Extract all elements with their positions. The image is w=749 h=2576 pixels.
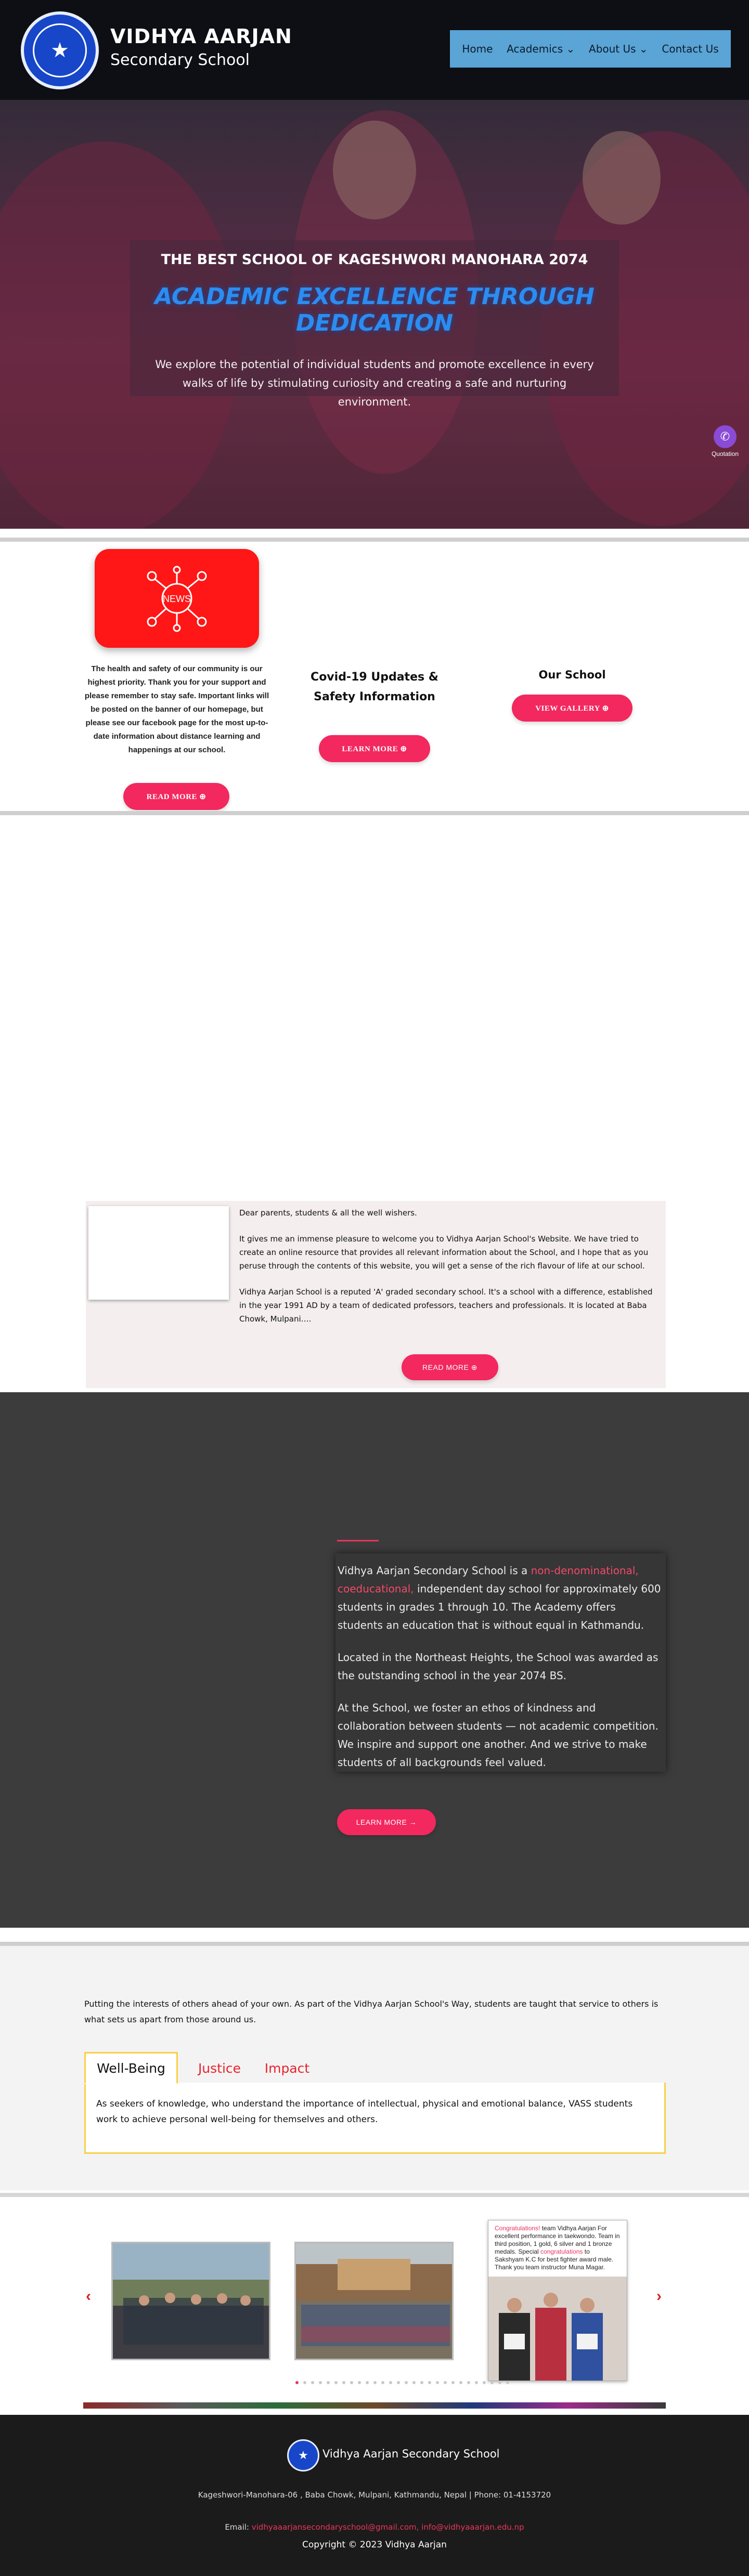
tab-impact[interactable]: Impact bbox=[256, 2052, 318, 2084]
carousel-dot[interactable] bbox=[373, 2381, 377, 2384]
carousel-dot[interactable] bbox=[397, 2381, 400, 2384]
tab-panel: As seekers of knowledge, who understand … bbox=[84, 2083, 666, 2154]
carousel-dot[interactable] bbox=[428, 2381, 431, 2384]
about-paragraph: At the School, we foster an ethos of kin… bbox=[338, 1702, 658, 1769]
welcome-paragraph: Vidhya Aarjan School is a reputed 'A' gr… bbox=[239, 1287, 653, 1324]
carousel-dot[interactable] bbox=[295, 2381, 299, 2384]
carousel-dot[interactable] bbox=[498, 2381, 501, 2384]
about-text: Vidhya Aarjan Secondary School is a bbox=[338, 1564, 531, 1577]
welcome-paragraph: Dear parents, students & all the well wi… bbox=[239, 1208, 417, 1218]
footer-email: Email: vidhyaaarjansecondaryschool@gmail… bbox=[0, 2522, 749, 2532]
about-learn-more-button[interactable]: LEARN MORE → bbox=[337, 1809, 436, 1835]
carousel-dot[interactable] bbox=[405, 2381, 408, 2384]
about-paragraph: Located in the Northeast Heights, the Sc… bbox=[338, 1651, 658, 1682]
news-text: The health and safety of our community i… bbox=[84, 664, 269, 754]
section-divider bbox=[0, 2193, 749, 2197]
values-intro: Putting the interests of others ahead of… bbox=[84, 1999, 658, 2024]
tab-justice[interactable]: Justice bbox=[188, 2052, 251, 2084]
hero-title: ACADEMIC EXCELLENCE THROUGH DEDICATION bbox=[154, 283, 595, 336]
carousel-dot[interactable] bbox=[467, 2381, 470, 2384]
carousel-dot[interactable] bbox=[420, 2381, 423, 2384]
carousel-post[interactable]: Congratulations! team Vidhya Aarjan For … bbox=[488, 2220, 627, 2381]
carousel-dot[interactable] bbox=[381, 2381, 384, 2384]
post-highlight: Congratulations! bbox=[495, 2225, 540, 2232]
covid-title[interactable]: Covid-19 Updates & Safety Information bbox=[291, 668, 458, 707]
carousel-dot[interactable] bbox=[334, 2381, 338, 2384]
email-link[interactable]: vidhyaaarjansecondaryschool@gmail.com, i… bbox=[252, 2522, 524, 2532]
hero-banner: THE BEST SCHOOL OF KAGESHWORI MANOHARA 2… bbox=[0, 100, 749, 529]
carousel-dot[interactable] bbox=[412, 2381, 416, 2384]
carousel-dot[interactable] bbox=[303, 2381, 306, 2384]
school-name-line2: Secondary School bbox=[110, 51, 250, 69]
carousel-dot[interactable] bbox=[358, 2381, 361, 2384]
copyright: Copyright © 2023 Vidhya Aarjan bbox=[302, 2540, 447, 2550]
post-text: Congratulations! team Vidhya Aarjan For … bbox=[488, 2220, 627, 2276]
welcome-paragraph: It gives me an immense pleasure to welco… bbox=[239, 1234, 649, 1271]
welcome-read-more-button[interactable]: READ MORE ⊕ bbox=[402, 1354, 498, 1380]
values-tabs: Well-Being Justice Impact bbox=[84, 2052, 666, 2084]
carousel-dot[interactable] bbox=[366, 2381, 369, 2384]
carousel-dot[interactable] bbox=[327, 2381, 330, 2384]
quotation-label: Quotation bbox=[711, 450, 739, 457]
email-label: Email: bbox=[225, 2522, 252, 2532]
view-gallery-button[interactable]: VIEW GALLERY ⊕ bbox=[512, 695, 632, 722]
group-photo bbox=[296, 2243, 452, 2359]
carousel-next-button[interactable]: › bbox=[656, 2287, 662, 2305]
site-header: ★ VIDHYA AARJAN Secondary School Home Ac… bbox=[0, 0, 749, 100]
carousel-dot[interactable] bbox=[483, 2381, 486, 2384]
carousel-photo[interactable] bbox=[294, 2242, 454, 2360]
news-card-label: NEWS bbox=[163, 594, 191, 604]
news-read-more-button[interactable]: READ MORE ⊕ bbox=[123, 783, 229, 810]
carousel-dot[interactable] bbox=[311, 2381, 314, 2384]
carousel-dot[interactable] bbox=[389, 2381, 392, 2384]
covid-learn-more-button[interactable]: LEARN MORE ⊕ bbox=[319, 735, 430, 762]
principal-photo bbox=[88, 1206, 229, 1300]
hero-kicker: THE BEST SCHOOL OF KAGESHWORI MANOHARA 2… bbox=[161, 252, 588, 268]
hero-text: We explore the potential of individual s… bbox=[155, 358, 594, 408]
hero-caption: THE BEST SCHOOL OF KAGESHWORI MANOHARA 2… bbox=[130, 240, 619, 408]
school-logo[interactable]: ★ bbox=[21, 11, 99, 89]
logo-emblem-icon: ★ bbox=[33, 23, 87, 77]
footer-address: Kageshwori-Manohara-06 , Baba Chowk, Mul… bbox=[198, 2490, 551, 2500]
post-highlight: congratulations bbox=[540, 2248, 583, 2255]
footer-school-name: Vidhya Aarjan Secondary School bbox=[322, 2448, 500, 2460]
section-divider bbox=[0, 1942, 749, 1946]
carousel-dot[interactable] bbox=[451, 2381, 455, 2384]
photo-strip bbox=[83, 2402, 666, 2409]
carousel-dot[interactable] bbox=[319, 2381, 322, 2384]
carousel-pagination bbox=[295, 2381, 509, 2384]
carousel-dot[interactable] bbox=[490, 2381, 494, 2384]
carousel-dot[interactable] bbox=[444, 2381, 447, 2384]
nav-contact-us[interactable]: Contact Us bbox=[662, 43, 718, 55]
footer-logo[interactable]: ★ bbox=[287, 2439, 319, 2472]
nav-about-us[interactable]: About Us ⌄ bbox=[589, 43, 648, 55]
section-divider bbox=[0, 538, 749, 542]
quotation-button[interactable]: ✆ Quotation bbox=[709, 425, 741, 457]
main-nav: Home Academics ⌄ About Us ⌄ Contact Us bbox=[450, 30, 731, 68]
carousel-dot[interactable] bbox=[459, 2381, 462, 2384]
carousel-dot[interactable] bbox=[506, 2381, 509, 2384]
phone-icon: ✆ bbox=[714, 425, 737, 448]
carousel-dot[interactable] bbox=[475, 2381, 478, 2384]
about-paragraph: Vidhya Aarjan Secondary School is a non-… bbox=[338, 1562, 663, 1634]
welcome-text: Dear parents, students & all the well wi… bbox=[239, 1206, 655, 1338]
school-name-line1: VIDHYA AARJAN bbox=[110, 25, 292, 48]
carousel-dot[interactable] bbox=[350, 2381, 353, 2384]
carousel-photo[interactable] bbox=[111, 2242, 270, 2360]
award-photo bbox=[488, 2277, 627, 2381]
school-name[interactable]: VIDHYA AARJAN Secondary School bbox=[110, 25, 292, 69]
nav-academics[interactable]: Academics ⌄ bbox=[507, 43, 575, 55]
group-photo bbox=[113, 2243, 269, 2359]
accent-rule bbox=[337, 1540, 379, 1541]
section-divider bbox=[0, 811, 749, 815]
our-school-title[interactable]: Our School bbox=[499, 669, 645, 681]
nav-home[interactable]: Home bbox=[462, 43, 493, 55]
about-text-box: Vidhya Aarjan Secondary School is a non-… bbox=[335, 1553, 666, 1772]
carousel-dot[interactable] bbox=[342, 2381, 345, 2384]
tab-well-being[interactable]: Well-Being bbox=[84, 2052, 178, 2084]
news-network-icon: NEWS bbox=[147, 566, 207, 632]
carousel-prev-button[interactable]: ‹ bbox=[86, 2287, 91, 2305]
news-card[interactable]: NEWS bbox=[95, 549, 259, 648]
carousel-dot[interactable] bbox=[436, 2381, 439, 2384]
